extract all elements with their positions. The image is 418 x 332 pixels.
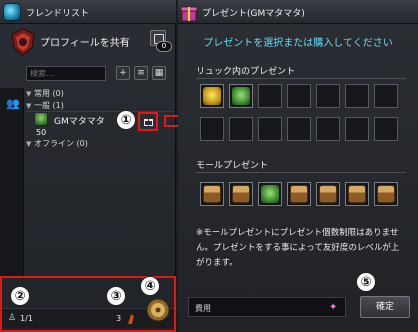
mall-section-label: モールプレゼント [196, 161, 269, 171]
present-slot-yellow-item[interactable] [200, 84, 224, 108]
callout-5: ⑤ [356, 272, 376, 292]
present-slot-frog-item[interactable] [229, 84, 253, 108]
gift-count: 3 [116, 314, 122, 323]
search-toolbar: + ≡ ▦ [26, 66, 176, 82]
present-panel: プレゼント(GMマタマタ) プレゼントを選択または購入してください リュック内の… [178, 0, 418, 332]
present-slot-chest-item[interactable] [374, 182, 398, 206]
present-slot-frog-item[interactable] [258, 182, 282, 206]
yellow-item-icon [203, 87, 221, 105]
app-logo-icon [3, 3, 21, 21]
chevron-down-icon: ▼ [26, 140, 32, 148]
inventory-section-label: リュック内のプレゼント [196, 67, 296, 77]
person-icon: ♙ [8, 313, 17, 323]
gift-ticket-icon [127, 313, 135, 325]
roulette-wheel-icon[interactable] [146, 298, 170, 322]
empty-slot[interactable] [287, 84, 311, 108]
cost-row: 費用 ✦ 確定 [188, 296, 412, 318]
chest-item-icon [290, 185, 308, 203]
search-input[interactable] [26, 66, 106, 81]
online-count: 1/1 [20, 314, 33, 323]
empty-slot[interactable] [287, 117, 311, 141]
group-favorites[interactable]: ▼ 常用 (0) [26, 88, 174, 100]
list-view-icon[interactable]: ≡ [134, 66, 148, 80]
chest-item-icon [319, 185, 337, 203]
empty-slot[interactable] [345, 84, 369, 108]
confirm-button[interactable]: 確定 [360, 296, 410, 318]
friend-list-title: フレンドリスト [26, 9, 90, 19]
empty-slot[interactable] [258, 84, 282, 108]
callout-2: ② [10, 286, 30, 306]
cost-label: 費用 [195, 304, 211, 313]
empty-slot[interactable] [374, 84, 398, 108]
present-slot-chest-item[interactable] [200, 182, 224, 206]
frog-item-icon [232, 87, 250, 105]
friend-name: GMマタマタ [54, 117, 105, 127]
chest-item-icon [232, 185, 250, 203]
cost-field: 費用 ✦ [188, 297, 346, 317]
gift-icon [144, 119, 153, 126]
present-slot-chest-item[interactable] [229, 182, 253, 206]
present-titlebar: プレゼント(GMマタマタ) [178, 0, 418, 24]
group-general[interactable]: ▼ 一般 (1) [26, 100, 174, 112]
side-rail: 👥 [0, 88, 24, 278]
empty-slot[interactable] [229, 117, 253, 141]
chevron-down-icon: ▼ [26, 90, 32, 98]
profile-share-label: プロフィールを共有 [40, 38, 130, 49]
empty-slot[interactable] [345, 117, 369, 141]
callout-1: ① [116, 110, 136, 130]
present-slot-chest-item[interactable] [287, 182, 311, 206]
group-offline-label: オフライン (0) [34, 139, 88, 148]
group-general-label: 一般 (1) [34, 101, 64, 110]
divider [196, 172, 406, 173]
add-friend-icon[interactable]: + [116, 66, 130, 80]
present-title: プレゼント(GMマタマタ) [202, 9, 305, 19]
friend-list-panel: フレンドリスト プロフィールを共有 0 + ≡ ▦ 👥 ▼常用 (0) ▼一般 … [0, 0, 176, 332]
chest-item-icon [377, 185, 395, 203]
present-instruction: プレゼントを選択または購入してください [203, 38, 393, 49]
friend-avatar [34, 112, 48, 126]
present-notice: ※モールプレゼントにプレゼント個数制限はありません。プレゼントをする事によって友… [196, 228, 400, 268]
profile-share-row[interactable]: プロフィールを共有 0 [6, 28, 172, 58]
chest-item-icon [348, 185, 366, 203]
friend-level: 50 [36, 128, 47, 137]
empty-slot[interactable] [316, 117, 340, 141]
send-gift-button[interactable] [138, 112, 158, 131]
empty-slot[interactable] [258, 117, 282, 141]
guild-emblem-icon [11, 28, 35, 56]
chevron-down-icon: ▼ [26, 102, 32, 110]
divider [196, 78, 406, 79]
callout-3: ③ [106, 286, 126, 306]
group-offline[interactable]: ▼ オフライン (0) [26, 138, 174, 150]
present-slot-chest-item[interactable] [316, 182, 340, 206]
present-slot-chest-item[interactable] [345, 182, 369, 206]
share-count-badge: 0 [156, 41, 172, 52]
friend-list-titlebar: フレンドリスト [0, 0, 176, 24]
callout-4: ④ [140, 276, 160, 296]
group-favorites-label: 常用 (0) [34, 89, 64, 98]
currency-icon: ✦ [329, 302, 338, 313]
chest-item-icon [203, 185, 221, 203]
gift-box-icon [180, 6, 198, 22]
frog-item-icon [261, 185, 279, 203]
empty-slot[interactable] [316, 84, 340, 108]
friends-tab-icon[interactable]: 👥 [6, 98, 20, 110]
empty-slot[interactable] [200, 117, 224, 141]
settings-icon[interactable]: ▦ [152, 66, 166, 80]
empty-slot[interactable] [374, 117, 398, 141]
